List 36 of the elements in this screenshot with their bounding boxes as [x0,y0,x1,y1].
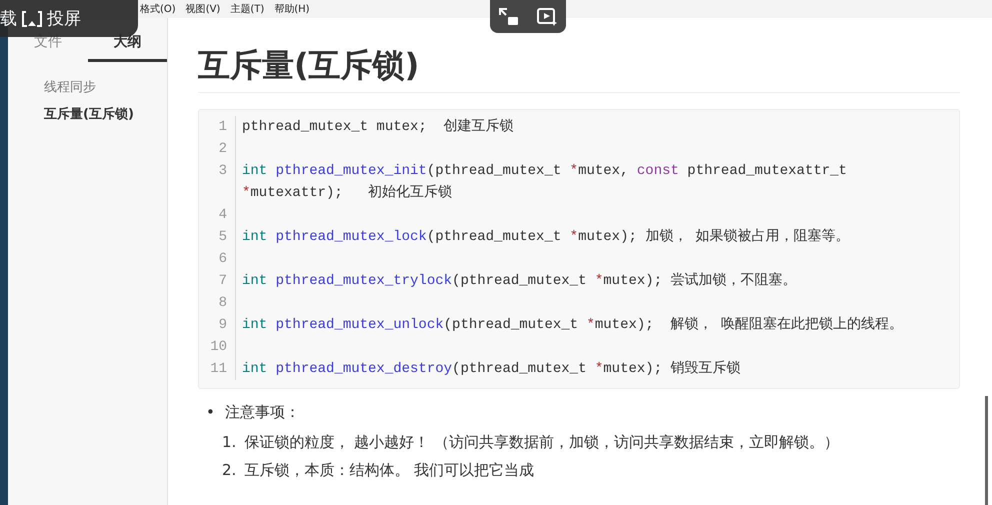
code-line: int pthread_mutex_lock(pthread_mutex_t *mutex); 加锁， 如果锁被占用，阻塞等。 [241,227,850,247]
line-number: 11 [199,358,236,380]
list-text: 保证锁的粒度， 越小越好！ （访问共享数据前，加锁，访问共享数据结束，立即解锁。） [244,432,839,453]
code-line: pthread_mutex_t mutex; 创建互斥锁 [241,118,514,137]
line-number: 3 [199,160,236,204]
code-line: int pthread_mutex_trylock(pthread_mutex_t *mutex); 尝试加锁，不阻塞。 [241,271,796,291]
code-line: int pthread_mutex_destroy(pthread_mutex_t *mutex); 销毁互斥锁 [241,360,740,379]
cast-icon[interactable] [21,10,43,28]
line-number: 5 [199,226,236,248]
line-number: 1 [199,116,236,138]
line-number: 6 [199,248,236,270]
menu-item[interactable]: 帮助(H) [274,2,310,16]
menu-item[interactable]: 格式(O) [140,2,176,16]
line-number: 4 [199,204,236,226]
outline-item[interactable]: 互斥量(互斥锁) [44,105,167,123]
outline-item[interactable]: 线程同步 [44,78,167,96]
list-text: 互斥锁，本质：结构体。 我们可以把它当成 [244,460,534,481]
menu-item[interactable]: 视图(V) [186,2,220,16]
line-number: 9 [199,314,236,336]
code-line: int pthread_mutex_init(pthread_mutex_t *mutex, const pthread_mutexattr_t *mutexattr); 初始化互斥锁 [241,162,848,203]
line-number: 10 [199,336,236,358]
download-label[interactable]: 载 [0,7,17,30]
line-number: 8 [199,292,236,314]
list-number: 2. [222,460,236,481]
document-heading: 互斥量(互斥锁) [198,45,420,86]
list-text: 注意事项： [224,402,300,423]
bullet-marker: • [206,402,215,423]
play-icon[interactable] [536,6,558,26]
line-number: 7 [199,270,236,292]
list-number: 1. [222,432,236,453]
scrollbar[interactable] [985,396,988,505]
line-number: 2 [199,138,236,160]
code-line: int pthread_mutex_unlock(pthread_mutex_t *mutex); 解锁， 唤醒阻塞在此把锁上的线程。 [241,315,903,335]
menu-item[interactable]: 主题(T) [230,2,264,16]
cast-label[interactable]: 投屏 [47,7,81,30]
window-icon[interactable] [498,6,520,26]
